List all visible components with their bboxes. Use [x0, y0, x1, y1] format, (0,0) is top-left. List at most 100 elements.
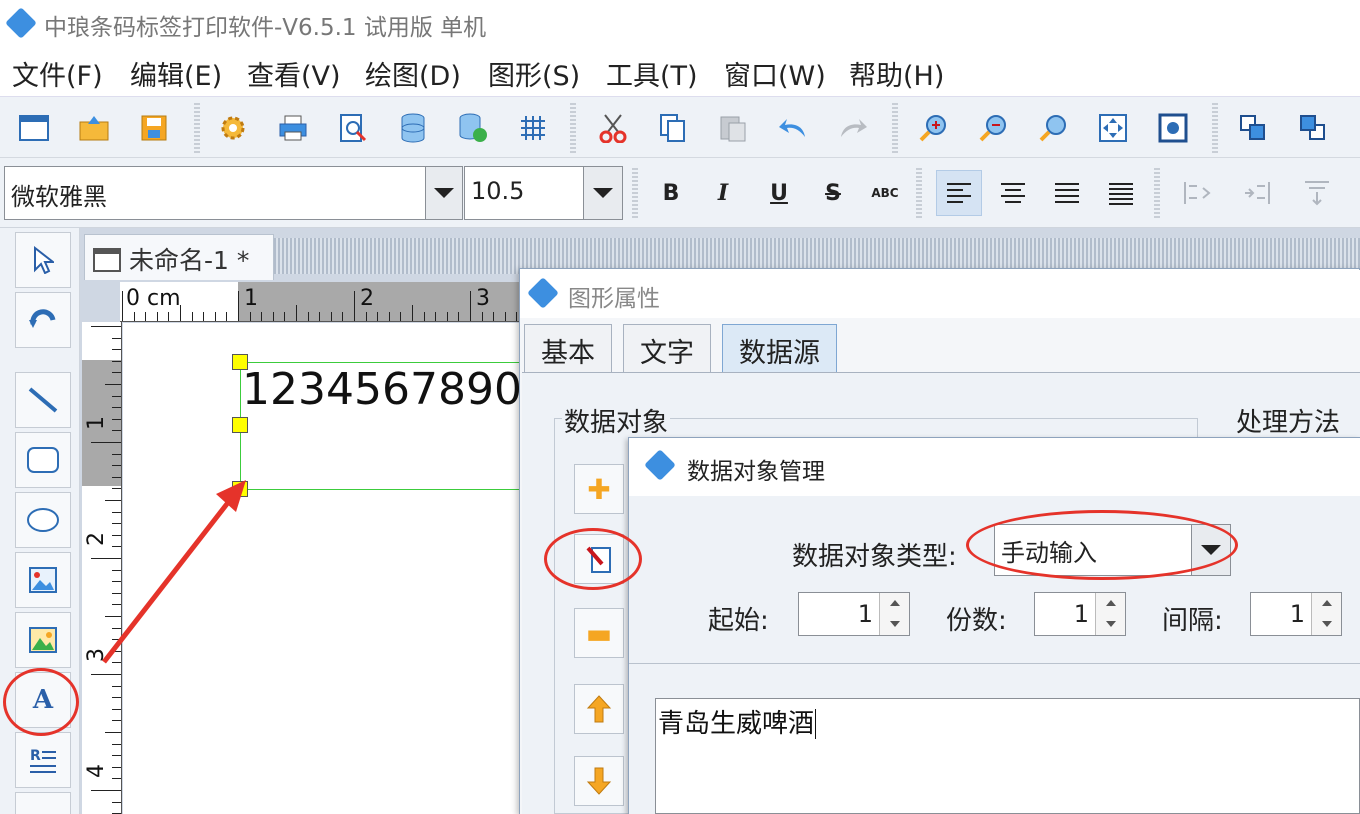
- copy-icon[interactable]: [652, 107, 694, 149]
- image-tool[interactable]: [15, 552, 71, 608]
- ruler-tick: [122, 291, 123, 321]
- text-effect-button[interactable]: ABC: [862, 170, 908, 216]
- paste-icon[interactable]: [712, 107, 754, 149]
- settings-icon[interactable]: [212, 107, 254, 149]
- menu-edit[interactable]: 编辑(E): [130, 54, 222, 93]
- font-size-select[interactable]: 10.5: [464, 166, 584, 220]
- save-icon[interactable]: [133, 107, 175, 149]
- distribute-vertical-button[interactable]: [1294, 170, 1340, 216]
- align-left-button[interactable]: [936, 170, 982, 216]
- interval-value: 1: [1289, 600, 1305, 628]
- annotation-arrow: [102, 480, 246, 664]
- start-spinner[interactable]: 1: [798, 592, 910, 636]
- redo-icon[interactable]: [832, 107, 874, 149]
- remove-button[interactable]: ▬: [574, 608, 624, 658]
- zoom-icon[interactable]: [1032, 107, 1074, 149]
- align-right-button[interactable]: [1044, 170, 1090, 216]
- rotate-tool[interactable]: [15, 292, 71, 348]
- underline-button[interactable]: U: [756, 170, 802, 216]
- ruler-tick: [105, 384, 121, 385]
- distribute-left-button[interactable]: [1174, 170, 1220, 216]
- menu-window[interactable]: 窗口(W): [724, 54, 826, 93]
- ruler-tick: [377, 312, 379, 321]
- app-logo-icon: [527, 277, 559, 309]
- menu-file[interactable]: 文件(F): [12, 54, 103, 93]
- menu-view[interactable]: 查看(V): [247, 54, 341, 93]
- annotation-circle: [544, 528, 642, 590]
- database-icon[interactable]: [392, 107, 434, 149]
- rich-text-tool[interactable]: R: [15, 732, 71, 788]
- open-icon[interactable]: [73, 107, 115, 149]
- plus-icon: ✚: [587, 472, 611, 506]
- resize-handle[interactable]: [232, 354, 248, 370]
- print-icon[interactable]: [272, 107, 314, 149]
- tab-text[interactable]: 文字: [623, 324, 711, 372]
- strikethrough-button[interactable]: S: [810, 170, 856, 216]
- cut-icon[interactable]: [592, 107, 634, 149]
- undo-icon[interactable]: [772, 107, 814, 149]
- select-tool[interactable]: [15, 232, 71, 288]
- menu-bar: 文件(F) 编辑(E) 查看(V) 绘图(D) 图形(S) 工具(T) 窗口(W…: [0, 46, 1360, 96]
- picture-icon: [29, 627, 57, 653]
- chevron-down-icon: [434, 188, 454, 198]
- ruler-tick: [388, 312, 390, 321]
- start-value: 1: [857, 600, 873, 628]
- resize-handle[interactable]: [232, 417, 248, 433]
- send-back-icon[interactable]: [1292, 107, 1334, 149]
- fit-page-icon[interactable]: [1092, 107, 1134, 149]
- move-down-button[interactable]: [574, 756, 624, 806]
- spinner-arrows-icon[interactable]: [879, 593, 909, 635]
- ruler-tick: [112, 430, 121, 432]
- line-tool[interactable]: [15, 372, 71, 428]
- manual-input-text: 青岛生威啤酒: [658, 709, 815, 739]
- menu-help[interactable]: 帮助(H): [849, 54, 944, 93]
- bold-button[interactable]: B: [648, 170, 694, 216]
- database-connect-icon[interactable]: [452, 107, 494, 149]
- text-object-content[interactable]: 12345678901: [242, 364, 550, 415]
- manual-input-textarea[interactable]: 青岛生威啤酒: [655, 698, 1360, 814]
- ruler-tick: [156, 312, 158, 321]
- ruler-tick: [319, 312, 321, 321]
- copies-spinner[interactable]: 1: [1034, 592, 1126, 636]
- svg-text:R: R: [30, 748, 41, 764]
- print-preview-icon[interactable]: [332, 107, 374, 149]
- align-center-button[interactable]: [990, 170, 1036, 216]
- bring-front-icon[interactable]: [1232, 107, 1274, 149]
- ruler-tick: [133, 312, 135, 321]
- align-right-icon: [1055, 183, 1079, 203]
- interval-spinner[interactable]: 1: [1250, 592, 1342, 636]
- grid-icon[interactable]: [512, 107, 554, 149]
- ruler-tick: [214, 312, 216, 321]
- ruler-tick: [470, 291, 471, 321]
- ruler-tick: [112, 697, 121, 699]
- ruler-tick: [272, 312, 274, 321]
- tab-basic[interactable]: 基本: [524, 324, 612, 372]
- more-tool[interactable]: [15, 792, 71, 814]
- tab-data-source[interactable]: 数据源: [722, 324, 837, 372]
- zoom-in-icon[interactable]: [912, 107, 954, 149]
- font-size-dropdown-button[interactable]: [583, 166, 623, 220]
- data-type-label: 数据对象类型:: [792, 542, 957, 572]
- italic-button[interactable]: I: [700, 170, 746, 216]
- align-justify-button[interactable]: [1098, 170, 1144, 216]
- font-name-dropdown-button[interactable]: [425, 166, 463, 220]
- font-name-select[interactable]: 微软雅黑: [4, 166, 426, 220]
- menu-draw[interactable]: 绘图(D): [365, 54, 461, 93]
- actual-size-icon[interactable]: [1152, 107, 1194, 149]
- zoom-out-icon[interactable]: [972, 107, 1014, 149]
- picture-tool[interactable]: [15, 612, 71, 668]
- menu-tools[interactable]: 工具(T): [606, 54, 698, 93]
- move-up-button[interactable]: [574, 684, 624, 734]
- annotation-circle: [3, 668, 79, 736]
- spinner-arrows-icon[interactable]: [1095, 593, 1125, 635]
- distribute-right-button[interactable]: [1234, 170, 1280, 216]
- spinner-arrows-icon[interactable]: [1311, 593, 1341, 635]
- add-button[interactable]: ✚: [574, 464, 624, 514]
- ellipse-tool[interactable]: [15, 492, 71, 548]
- menu-shape[interactable]: 图形(S): [488, 54, 580, 93]
- rectangle-tool[interactable]: [15, 432, 71, 488]
- pointer-icon: [34, 246, 54, 274]
- document-tab[interactable]: 未命名-1 *: [84, 234, 274, 280]
- new-icon[interactable]: [13, 107, 55, 149]
- ruler-tick: [330, 312, 332, 321]
